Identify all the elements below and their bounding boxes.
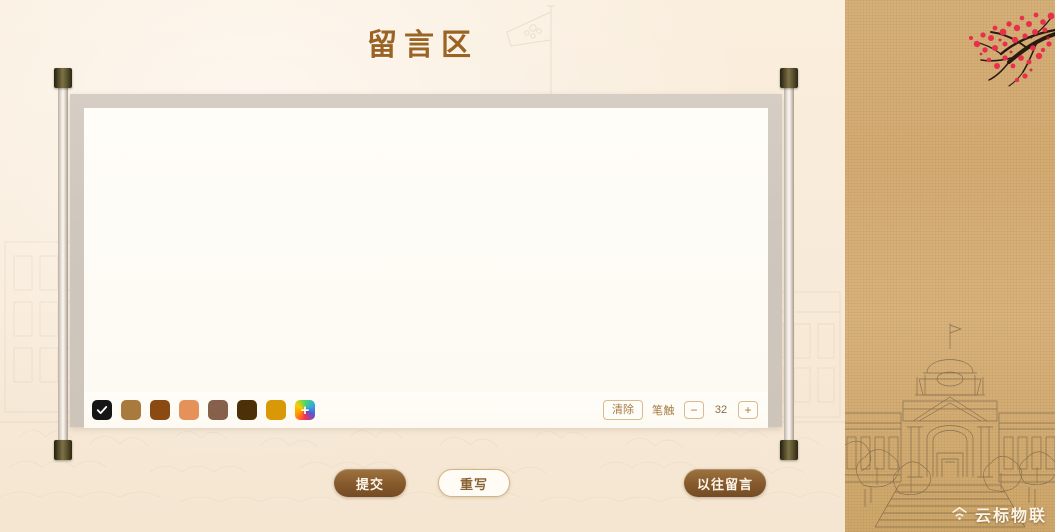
building-illustration	[845, 317, 1055, 532]
drawing-canvas[interactable]	[84, 108, 768, 413]
brush-size-value: 32	[714, 404, 728, 416]
scroll-rod-cap-bottom	[780, 440, 798, 460]
scroll-rod-cap-top	[54, 68, 72, 88]
color-swatch-light-orange[interactable]	[179, 400, 199, 420]
message-board-page: 留言区 + 清除 笔触 − 32 + 提交 重写 以往留言 云标物联	[0, 0, 1055, 532]
clear-canvas-button[interactable]: 清除	[603, 399, 643, 421]
scroll-rod-right	[780, 68, 798, 460]
color-swatch-dark-brown[interactable]	[237, 400, 257, 420]
scroll-container: 清除 笔触 − 32 +	[54, 68, 798, 460]
scroll-rod-cap-bottom	[54, 440, 72, 460]
brush-controls: 清除 笔触 − 32 +	[603, 399, 760, 421]
past-messages-button[interactable]: 以往留言	[684, 469, 766, 497]
cloud-icon	[950, 505, 969, 524]
submit-button[interactable]: 提交	[334, 469, 406, 497]
sidebar: 成为志愿者 活动回顾	[845, 0, 1055, 532]
brush-decrease-button[interactable]: −	[684, 401, 704, 419]
watermark: 云标物联	[950, 502, 1047, 526]
color-swatch-sienna[interactable]	[150, 400, 170, 420]
scroll-rod-cap-top	[780, 68, 798, 88]
scroll-rod-shaft	[58, 82, 68, 446]
scroll-rod-left	[54, 68, 72, 460]
watermark-text: 云标物联	[974, 508, 1047, 525]
color-swatch-black[interactable]	[92, 400, 112, 420]
color-swatch-camel[interactable]	[121, 400, 141, 420]
rewrite-button[interactable]: 重写	[438, 469, 510, 497]
plum-blossom-icon	[905, 0, 1055, 95]
color-swatch-goldenrod[interactable]	[266, 400, 286, 420]
brush-size-label: 笔触	[652, 405, 675, 417]
canvas-toolbar: 清除 笔触 − 32 +	[84, 392, 768, 428]
action-bar: 提交 重写 以往留言	[0, 469, 845, 499]
brush-increase-button[interactable]: +	[738, 401, 758, 419]
check-icon	[96, 406, 108, 414]
main-area: 留言区 + 清除 笔触 − 32 + 提交 重写 以往留言	[0, 0, 845, 532]
color-swatch-taupe[interactable]	[208, 400, 228, 420]
scroll-rod-shaft	[784, 82, 794, 446]
color-picker-swatch[interactable]	[295, 400, 315, 420]
color-swatch-group	[92, 400, 315, 420]
page-title: 留言区	[367, 28, 478, 63]
